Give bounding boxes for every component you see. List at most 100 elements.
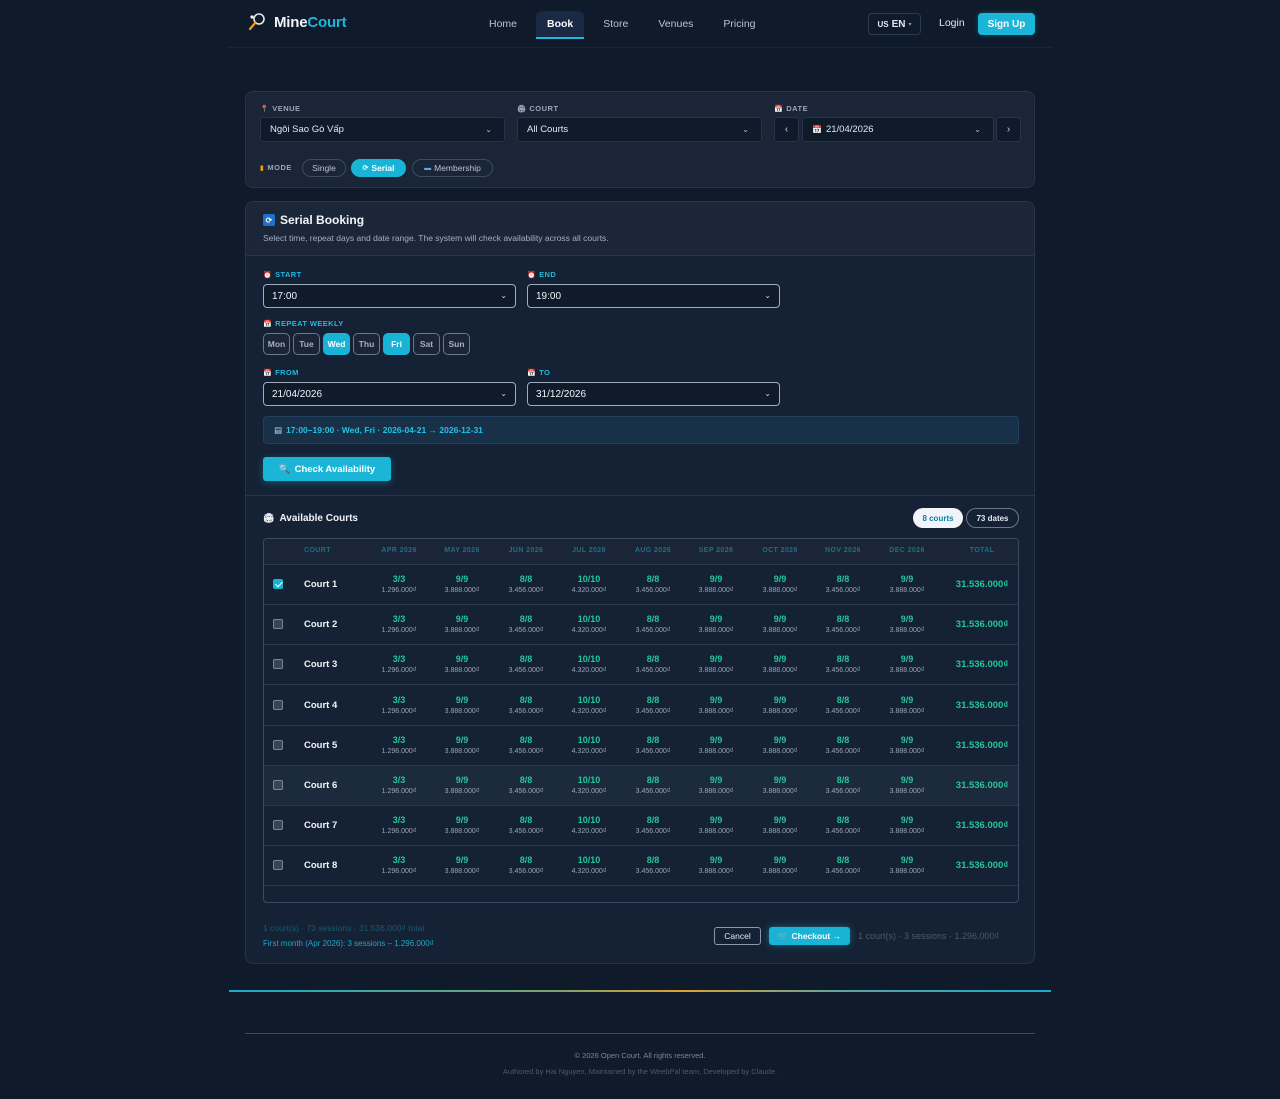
month-cell: 9/9 3.888.000₫ (431, 614, 493, 634)
nav-pricing[interactable]: Pricing (712, 11, 766, 39)
start-time-select[interactable]: 17:00 ⌄ (263, 284, 516, 308)
table-row[interactable]: Court 1 3/3 1.296.000₫ 9/9 3.888.000₫ 8/8 3.45… (264, 565, 1018, 605)
sessions-ratio: 9/9 (709, 654, 723, 665)
day-sun[interactable]: Sun (443, 333, 470, 355)
month-cell: 3/3 1.296.000₫ (368, 574, 430, 594)
day-tue[interactable]: Tue (293, 333, 320, 355)
venue-select[interactable]: Ngôi Sao Gò Vấp ⌄ (260, 117, 505, 142)
checkout-button[interactable]: 🛒 Checkout → (769, 927, 850, 945)
month-price: 3.456.000₫ (825, 587, 861, 594)
chevron-down-icon: ⌄ (764, 291, 771, 300)
cancel-button[interactable]: Cancel (714, 927, 761, 945)
day-thu[interactable]: Thu (353, 333, 380, 355)
table-row[interactable]: Court 2 3/3 1.296.000₫ 9/9 3.888.000₫ 8/8 3.45… (264, 605, 1018, 646)
court-checkbox[interactable] (273, 619, 283, 630)
sessions-ratio: 9/9 (900, 614, 914, 625)
sessions-ratio: 9/9 (709, 614, 723, 625)
sessions-ratio: 10/10 (577, 694, 601, 705)
sessions-ratio: 10/10 (577, 775, 601, 785)
court-checkbox[interactable] (273, 780, 283, 790)
repeat-icon: ⟳ (362, 165, 369, 172)
court-name: Court 5 (304, 739, 338, 751)
month-cell: 8/8 3.456.000₫ (495, 614, 557, 634)
table-row[interactable]: Court 8 3/3 1.296.000₫ 9/9 3.888.000₫ 8/8 3.45… (264, 846, 1018, 887)
to-date-select[interactable]: 31/12/2026 ⌄ (527, 382, 780, 406)
sessions-ratio: 9/9 (900, 654, 914, 665)
court-name: Court 7 (304, 820, 338, 832)
authored-text: Authored by Hai Nguyen, Maintained by th… (502, 1067, 778, 1076)
month-cell: 8/8 3.456.000₫ (495, 775, 557, 795)
mode-serial[interactable]: ⟳ Serial (351, 159, 406, 177)
day-fri[interactable]: Fri (383, 333, 410, 355)
court-checkbox[interactable] (273, 579, 283, 589)
sessions-ratio: 3/3 (392, 614, 406, 625)
court-checkbox[interactable] (273, 739, 283, 750)
chevron-down-icon: ⌄ (500, 389, 507, 398)
month-cell: 9/9 3.888.000₫ (749, 735, 811, 755)
month-cell: 9/9 3.888.000₫ (749, 815, 811, 835)
month-cell: 9/9 3.888.000₫ (431, 815, 493, 835)
stadium-icon: 🏟 (263, 513, 275, 523)
selection-summary: 1 court(s) · 73 sessions · 31.536.000₫ t… (263, 923, 425, 933)
month-price: 4.320.000₫ (571, 828, 607, 836)
table-row[interactable]: Court 7 3/3 1.296.000₫ 9/9 3.888.000₫ 8/8 3.45… (264, 806, 1018, 847)
dates-count-badge[interactable]: 73 dates (966, 508, 1019, 528)
login-link[interactable]: Login (939, 17, 965, 29)
nav-venues[interactable]: Venues (647, 11, 704, 39)
sign-up-button[interactable]: Sign Up (978, 13, 1035, 35)
court-select[interactable]: All Courts ⌄ (517, 117, 762, 142)
mode-label: ▮ MODE (260, 163, 292, 172)
month-price: 3.888.000₫ (698, 667, 734, 675)
table-row[interactable]: Court 3 3/3 1.296.000₫ 9/9 3.888.000₫ 8/8 3.45… (264, 645, 1018, 686)
table-row[interactable]: Court 5 3/3 1.296.000₫ 9/9 3.888.000₫ 8/8 3.45… (264, 726, 1018, 766)
availability-table: COURT APR 2026 MAY 2026 JUN 2026 JUL 2026 AUG… (263, 538, 1019, 903)
table-row[interactable]: Court 6 3/3 1.296.000₫ 9/9 3.888.000₫ 8/8 3.45… (264, 766, 1018, 806)
nav-home[interactable]: Home (478, 11, 528, 39)
nav-store[interactable]: Store (592, 11, 639, 39)
row-total: 31.536.000₫ (955, 619, 1009, 631)
language-select[interactable]: US EN ▾ (868, 13, 921, 35)
mode-membership[interactable]: ▬ Membership (412, 159, 493, 177)
prev-date-button[interactable]: ‹ (774, 117, 799, 142)
court-checkbox[interactable] (273, 860, 283, 871)
month-price: 3.888.000₫ (444, 868, 480, 876)
month-cell: 9/9 3.888.000₫ (749, 855, 811, 875)
day-mon[interactable]: Mon (263, 333, 290, 355)
sessions-ratio: 8/8 (646, 574, 660, 584)
month-price: 4.320.000₫ (571, 868, 607, 876)
chevron-down-icon: ⌄ (742, 125, 749, 134)
month-cell: 3/3 1.296.000₫ (368, 614, 430, 634)
from-date-select[interactable]: 21/04/2026 ⌄ (263, 382, 516, 406)
month-cell: 3/3 1.296.000₫ (368, 695, 430, 715)
table-row[interactable]: Court 4 3/3 1.296.000₫ 9/9 3.888.000₫ 8/8 3.45… (264, 686, 1018, 726)
sessions-ratio: 9/9 (709, 815, 723, 826)
court-checkbox[interactable] (273, 820, 283, 831)
brand-logo[interactable]: MineCourt (248, 13, 347, 31)
month-cell: 9/9 3.888.000₫ (431, 735, 493, 755)
chevron-down-icon: ⌄ (974, 125, 981, 134)
month-price: 3.456.000₫ (635, 788, 671, 795)
day-sat[interactable]: Sat (413, 333, 440, 355)
end-time-select[interactable]: 19:00 ⌄ (527, 284, 780, 308)
month-price: 4.320.000₫ (571, 747, 607, 755)
month-cell: 8/8 3.456.000₫ (622, 775, 684, 795)
nav-book[interactable]: Book (536, 11, 585, 39)
day-wed[interactable]: Wed (323, 333, 350, 355)
month-price: 4.320.000₫ (571, 667, 607, 675)
date-select[interactable]: 📅 21/04/2026 ⌄ (802, 117, 994, 142)
mode-single[interactable]: Single (302, 159, 346, 177)
next-date-button[interactable]: › (996, 117, 1021, 142)
month-price: 3.456.000₫ (508, 788, 544, 795)
footer-divider (245, 1033, 1035, 1034)
courts-count-badge[interactable]: 8 courts (913, 508, 963, 528)
repeat-label: 📅 REPEAT WEEKLY (263, 319, 344, 328)
sessions-ratio: 9/9 (455, 654, 469, 665)
sessions-ratio: 8/8 (836, 614, 850, 625)
month-cell: 9/9 3.888.000₫ (431, 775, 493, 795)
sessions-ratio: 9/9 (900, 734, 914, 745)
court-checkbox[interactable] (273, 699, 283, 710)
sessions-ratio: 9/9 (455, 734, 469, 745)
court-checkbox[interactable] (273, 659, 283, 670)
start-label: ⏰ START (263, 270, 302, 279)
check-availability-button[interactable]: 🔍 Check Availability (263, 457, 391, 481)
